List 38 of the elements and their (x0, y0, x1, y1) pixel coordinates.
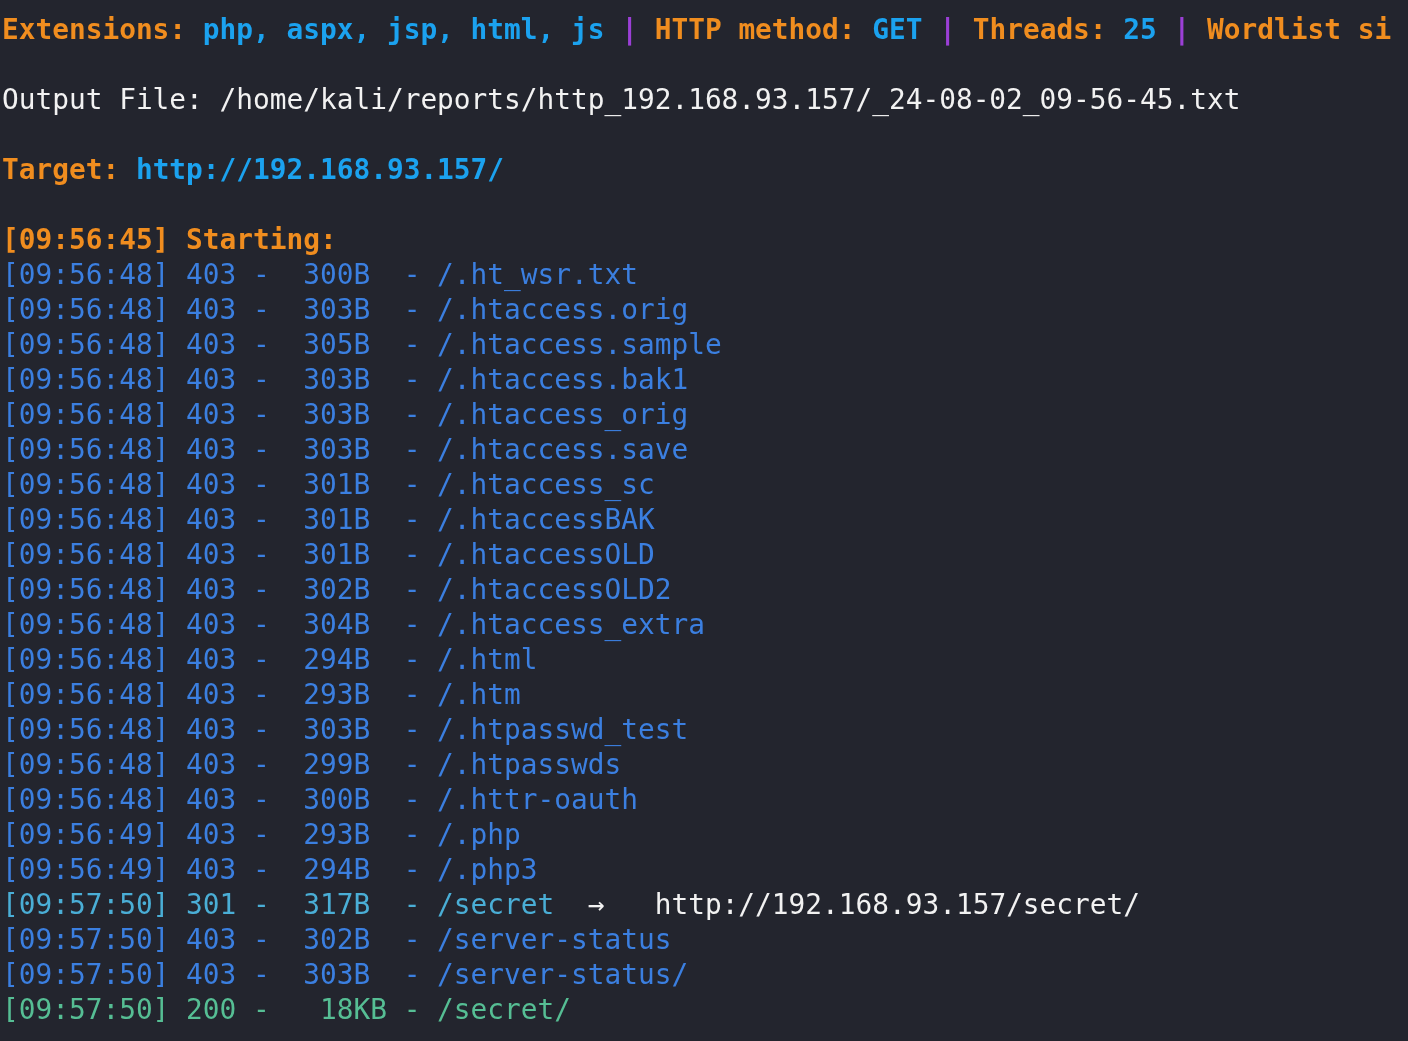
log-line: [09:56:48] 403 - 300B - /.ht_wsr.txt (2, 257, 639, 292)
log-line: [09:56:48] 403 - 302B - /.htaccessOLD2 (2, 572, 673, 607)
log-line: [09:56:48] 403 - 303B - /.htaccess.save (2, 432, 690, 467)
arrow-text: → (587, 887, 605, 922)
header-text: | (621, 12, 638, 47)
log-line: [09:57:50] 403 - 302B - /server-status (2, 922, 673, 957)
header-text: GET (872, 12, 923, 47)
log-line: [09:56:48] 403 - 303B - /.htaccess.orig (2, 292, 690, 327)
log-line: [09:56:48] 403 - 303B - /.htaccess_orig (2, 397, 690, 432)
log-line: [09:56:48] 403 - 293B - /.htm (2, 677, 522, 712)
log-line: [09:56:48] 403 - 301B - /.htaccessOLD (2, 537, 656, 572)
header-text: Extensions: (2, 12, 187, 47)
header-text: HTTP method: (654, 12, 856, 47)
header-text: | (939, 12, 956, 47)
start-text: [09:56:45] Starting: (2, 222, 338, 257)
log-line: [09:57:50] 403 - 303B - /server-status/ (2, 957, 690, 992)
target-label: Target: (2, 152, 120, 187)
redirect-url: http://192.168.93.157/secret/ (654, 887, 1140, 922)
log-line: [09:56:48] 403 - 299B - /.htpasswds (2, 747, 623, 782)
target-url: http://192.168.93.157/ (135, 152, 505, 187)
log-line: [09:56:48] 403 - 294B - /.html (2, 642, 539, 677)
log-line: [09:56:48] 403 - 301B - /.htaccessBAK (2, 502, 656, 537)
log-line: [09:56:48] 403 - 303B - /.htaccess.bak1 (2, 362, 690, 397)
header-text: php, aspx, jsp, html, js (202, 12, 605, 47)
log-line: [09:57:50] 200 - 18KB - /secret/ (2, 992, 572, 1027)
header-text: Wordlist si (1207, 12, 1392, 47)
header-text: | (1173, 12, 1191, 47)
header-text: Threads: (972, 12, 1107, 47)
log-line: [09:57:50] 301 - 317B - /secret (2, 887, 555, 922)
header-text: 25 (1123, 12, 1157, 47)
log-line: [09:56:48] 403 - 304B - /.htaccess_extra (2, 607, 706, 642)
log-line: [09:56:48] 403 - 300B - /.httr-oauth (2, 782, 639, 817)
output-file-text: Output File: /home/kali/reports/http_192.168.93.157/_24-08-02_09-56-45.txt (2, 82, 1242, 117)
log-line: [09:56:48] 403 - 305B - /.htaccess.sample (2, 327, 723, 362)
log-line: [09:56:49] 403 - 293B - /.php (2, 817, 522, 852)
log-line: [09:56:48] 403 - 303B - /.htpasswd_test (2, 712, 690, 747)
log-line: [09:56:49] 403 - 294B - /.php3 (2, 852, 539, 887)
log-line: [09:56:48] 403 - 301B - /.htaccess_sc (2, 467, 656, 502)
